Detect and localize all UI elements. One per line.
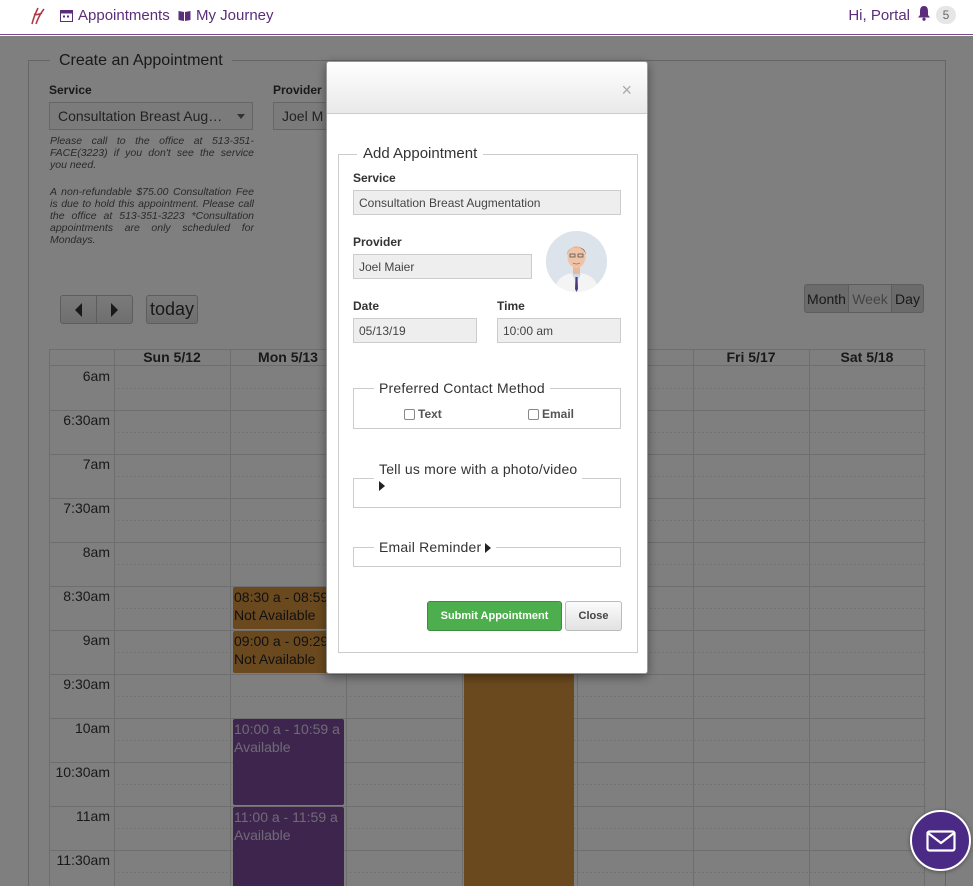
logo-icon[interactable] xyxy=(30,6,46,26)
nav-appointments[interactable]: Appointments xyxy=(60,7,170,24)
email-reminder-legend: Email Reminder xyxy=(379,539,482,555)
modal-provider-label: Provider xyxy=(353,235,402,249)
contact-text-option[interactable]: Text xyxy=(404,407,442,421)
submit-appointment-button[interactable]: Submit Appointment xyxy=(427,601,562,631)
envelope-icon xyxy=(925,829,956,852)
caret-right-icon xyxy=(485,543,492,554)
modal-service-field[interactable]: Consultation Breast Augmentation xyxy=(353,190,621,215)
book-icon xyxy=(178,11,191,21)
modal-time-label: Time xyxy=(497,299,525,313)
user-greeting[interactable]: Hi, Portal xyxy=(848,7,910,24)
add-appointment-modal: × Add Appointment Service Consultation B… xyxy=(326,61,648,674)
text-checkbox[interactable] xyxy=(404,408,415,420)
modal-provider-field[interactable]: Joel Maier xyxy=(353,254,532,279)
photo-video-toggle[interactable]: Tell us more with a photo/video xyxy=(374,461,583,493)
email-checkbox[interactable] xyxy=(528,408,539,420)
nav-my-journey-label: My Journey xyxy=(196,7,274,24)
modal-service-label: Service xyxy=(353,171,396,185)
nav-appointments-label: Appointments xyxy=(78,7,170,24)
bell-icon[interactable] xyxy=(917,5,931,21)
email-reminder-toggle[interactable]: Email Reminder xyxy=(374,539,497,555)
modal-date-field[interactable]: 05/13/19 xyxy=(353,318,477,343)
photo-video-legend: Tell us more with a photo/video xyxy=(379,461,578,477)
contact-method-legend: Preferred Contact Method xyxy=(374,380,550,396)
nav-my-journey[interactable]: My Journey xyxy=(178,7,274,24)
message-button[interactable] xyxy=(910,810,971,871)
contact-email-label: Email xyxy=(542,407,575,421)
close-button[interactable]: Close xyxy=(565,601,622,631)
calendar-icon xyxy=(60,10,73,22)
provider-avatar xyxy=(546,231,607,292)
contact-email-option[interactable]: Email xyxy=(528,407,574,421)
notification-badge: 5 xyxy=(936,6,956,24)
close-icon[interactable]: × xyxy=(621,80,632,101)
contact-text-label: Text xyxy=(418,407,442,421)
caret-right-icon xyxy=(379,481,385,492)
modal-date-label: Date xyxy=(353,299,380,313)
modal-header: × xyxy=(327,62,647,114)
modal-time-field[interactable]: 10:00 am xyxy=(497,318,621,343)
top-nav: Appointments My Journey Hi, Portal 5 xyxy=(0,0,973,35)
modal-title: Add Appointment xyxy=(357,145,484,162)
